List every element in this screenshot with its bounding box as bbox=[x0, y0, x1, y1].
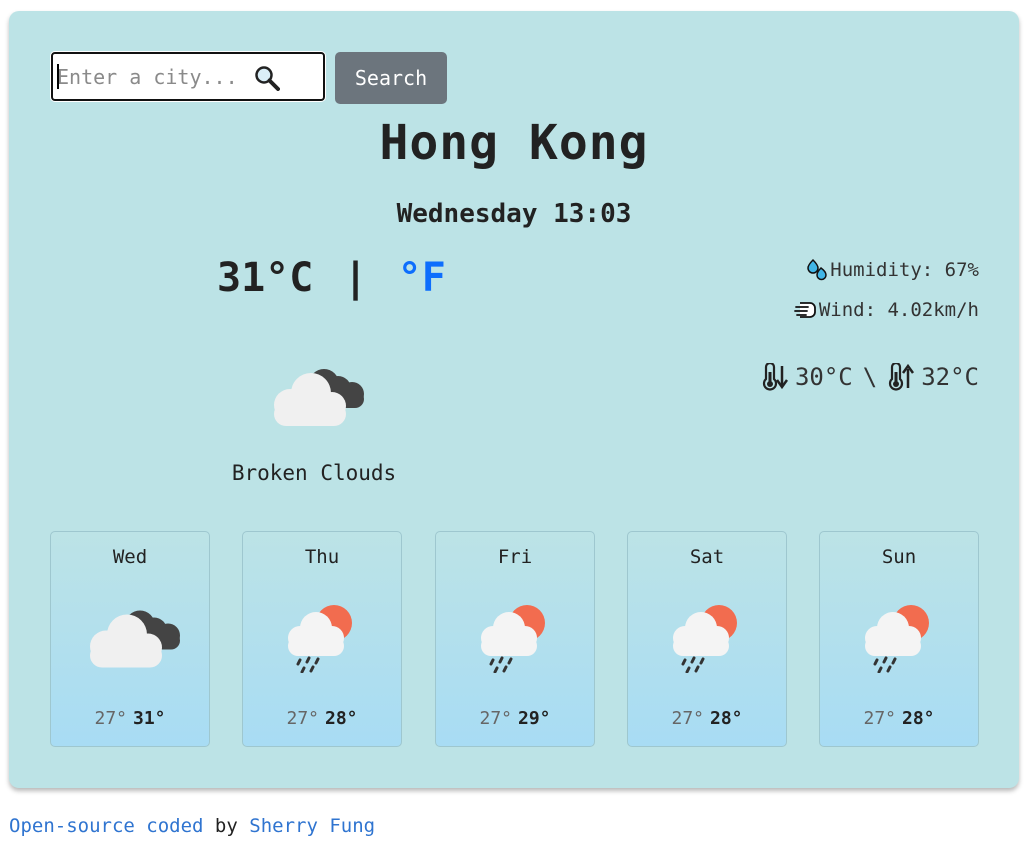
forecast-day-name: Sat bbox=[689, 546, 725, 568]
humidity-stat: Humidity: 67% bbox=[805, 258, 979, 282]
search-button[interactable]: Search bbox=[335, 52, 447, 104]
min-temp: 30°C bbox=[794, 363, 853, 391]
author-link[interactable]: Sherry Fung bbox=[249, 815, 375, 837]
rain-sun-icon bbox=[274, 598, 374, 673]
forecast-temps: 27° 28° bbox=[628, 708, 786, 729]
city-name: Hong Kong bbox=[379, 115, 649, 171]
forecast-day-name: Fri bbox=[497, 546, 533, 568]
forecast-temps: 27° 31° bbox=[51, 708, 209, 729]
rain-sun-icon bbox=[659, 598, 759, 673]
wind-icon bbox=[793, 302, 816, 318]
broken-clouds-icon bbox=[266, 360, 366, 428]
celsius-unit[interactable]: °C bbox=[265, 255, 313, 301]
forecast-low: 27° bbox=[479, 708, 512, 729]
rain-sun-icon bbox=[851, 598, 951, 673]
forecast-high: 28° bbox=[710, 708, 743, 729]
forecast-low: 27° bbox=[863, 708, 896, 729]
humidity-text: Humidity: 67% bbox=[830, 259, 979, 281]
date-time: Wednesday 13:03 bbox=[396, 199, 632, 229]
wind-text: Wind: 4.02km/h bbox=[818, 299, 979, 321]
forecast-day-card: Wed 27° 31° bbox=[50, 531, 210, 747]
forecast-day-card: Sun 27° 28° bbox=[819, 531, 979, 747]
humidity-icon bbox=[807, 258, 828, 281]
forecast-day-card: Fri 27° 29° bbox=[435, 531, 595, 747]
forecast-temps: 27° 28° bbox=[820, 708, 978, 729]
thermometer-down-icon bbox=[762, 363, 788, 391]
search-box[interactable] bbox=[51, 52, 325, 101]
forecast-temps: 27° 29° bbox=[436, 708, 594, 729]
thermometer-up-icon bbox=[889, 363, 915, 391]
forecast-low: 27° bbox=[94, 708, 127, 729]
weather-card: Search Hong Kong Wednesday 13:03 31°C | … bbox=[9, 11, 1019, 788]
forecast-day-name: Thu bbox=[304, 546, 340, 568]
footer-by-text: by bbox=[214, 815, 238, 837]
rain-sun-icon bbox=[467, 598, 567, 673]
forecast-low: 27° bbox=[671, 708, 704, 729]
text-caret bbox=[57, 64, 59, 89]
max-temp: 32°C bbox=[921, 363, 979, 391]
forecast-high: 31° bbox=[133, 708, 166, 729]
min-max-temperature: 30°C \ 32°C bbox=[761, 363, 979, 391]
current-temperature: 31°C | °F bbox=[217, 255, 446, 301]
forecast-low: 27° bbox=[286, 708, 319, 729]
forecast-day-name: Wed bbox=[112, 546, 148, 568]
temperature-value: 31 bbox=[217, 255, 266, 301]
search-input[interactable] bbox=[53, 54, 257, 99]
footer: Open-source coded by Sherry Fung bbox=[9, 815, 375, 837]
search-icon bbox=[255, 66, 280, 91]
open-source-link[interactable]: Open-source coded bbox=[9, 815, 203, 837]
forecast-high: 28° bbox=[325, 708, 358, 729]
forecast-high: 29° bbox=[518, 708, 551, 729]
min-max-separator: \ bbox=[862, 363, 878, 391]
forecast-day-card: Sat 27° 28° bbox=[627, 531, 787, 747]
weather-description: Broken Clouds bbox=[231, 461, 397, 485]
forecast-temps: 27° 28° bbox=[243, 708, 401, 729]
forecast-high: 28° bbox=[902, 708, 935, 729]
wind-stat: Wind: 4.02km/h bbox=[793, 299, 979, 321]
forecast-day-name: Sun bbox=[881, 546, 917, 568]
unit-separator: | bbox=[343, 255, 368, 301]
forecast-day-card: Thu 27° 28° bbox=[242, 531, 402, 747]
broken-clouds-icon bbox=[82, 598, 182, 673]
fahrenheit-link[interactable]: °F bbox=[398, 255, 446, 301]
